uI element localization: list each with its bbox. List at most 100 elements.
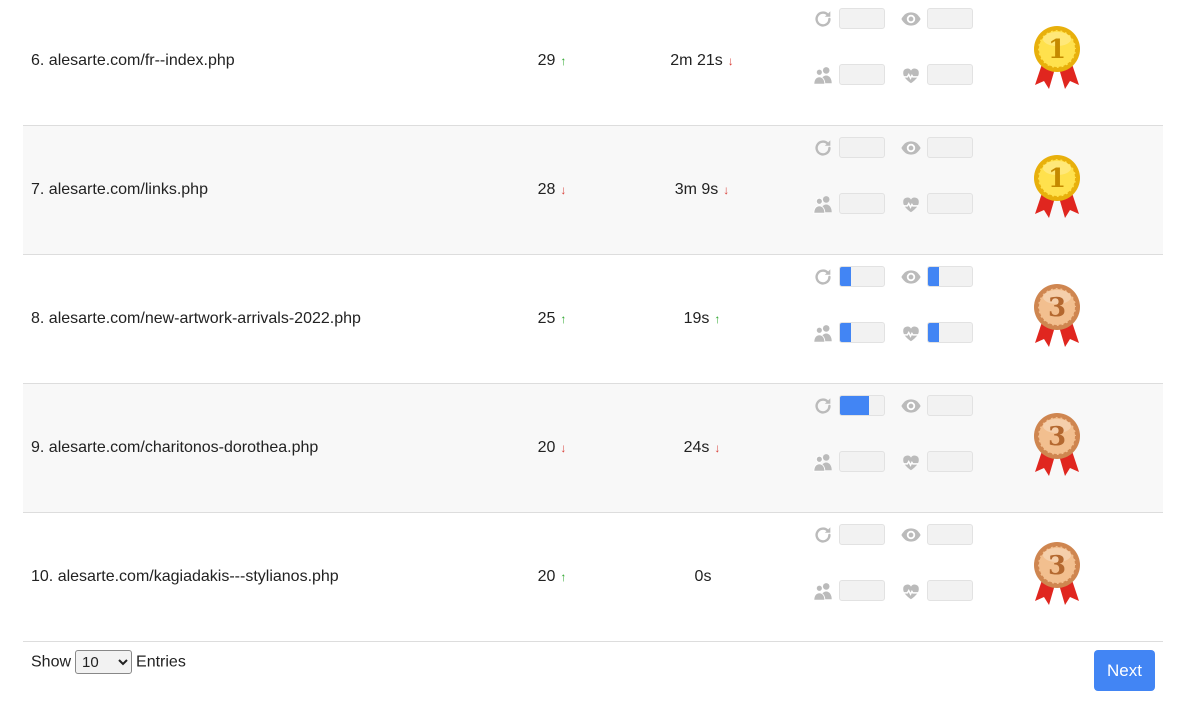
trend-arrow-icon: ↑ [560,312,567,326]
visitors-stat [812,321,900,345]
eye-icon [900,136,922,160]
trend-arrow-icon: ↓ [560,183,567,197]
visitors-progress-fill [840,323,851,342]
likes-stat [900,579,988,603]
medal-rank: 1 [1048,164,1066,194]
medal-icon: 1 [1031,25,1083,91]
users-icon [812,579,834,603]
sessions-progress-fill [840,267,851,286]
next-button[interactable]: Next [1094,650,1155,691]
visitors-progress-bar [839,193,885,214]
refresh-icon [812,265,834,289]
visitors-progress-bar [839,580,885,601]
duration-cell: 0s [653,513,753,641]
medal-rank: 3 [1048,551,1066,581]
table-row: 9. alesarte.com/charitonos-dorothea.php … [23,384,1163,513]
sessions-progress-bar [839,524,885,545]
stat-bars [790,513,990,641]
table-row: 6. alesarte.com/fr--index.php 29 ↑ 2m 21s… [23,0,1163,126]
refresh-icon [812,136,834,160]
heart-icon [900,579,922,603]
duration-cell: 3m 9s ↓ [653,126,753,254]
duration-cell: 24s ↓ [653,384,753,512]
visits-cell: 25 ↑ [503,255,603,383]
views-progress-bar [927,395,973,416]
likes-progress-bar [927,64,973,85]
likes-stat [900,63,988,87]
views-progress-bar [927,266,973,287]
visits-cell: 29 ↑ [503,0,603,125]
likes-progress-bar [927,322,973,343]
visitors-progress-bar [839,451,885,472]
stat-bars [790,126,990,254]
duration-value: 24s [683,439,710,456]
likes-stat [900,192,988,216]
sessions-progress-bar [839,266,885,287]
eye-icon [900,7,922,31]
eye-icon [900,265,922,289]
views-stat [900,523,988,547]
trend-arrow-icon: ↓ [714,441,721,455]
views-progress-fill [928,267,939,286]
pages-table: 6. alesarte.com/fr--index.php 29 ↑ 2m 21s… [23,0,1163,642]
sessions-progress-bar [839,137,885,158]
views-stat [900,265,988,289]
visits-value: 28 [537,181,556,198]
refresh-icon [812,523,834,547]
trend-arrow-icon: ↓ [560,441,567,455]
likes-progress-bar [927,451,973,472]
views-stat [900,394,988,418]
likes-progress-bar [927,193,973,214]
table-footer: Show 10 Entries Next [23,646,1163,701]
sessions-stat [812,394,900,418]
stat-bars [790,0,990,125]
medal-icon: 3 [1031,412,1083,478]
page-size-control: Show 10 Entries [31,650,186,674]
eye-icon [900,394,922,418]
likes-progress-fill [928,323,939,342]
medal-rank: 1 [1048,35,1066,65]
trend-arrow-icon: ↓ [723,183,730,197]
page-url: 7. alesarte.com/links.php [31,181,208,198]
visitors-stat [812,63,900,87]
page-size-select[interactable]: 10 [75,650,133,674]
views-stat [900,136,988,160]
heart-icon [900,63,922,87]
trend-arrow-icon: ↑ [560,54,567,68]
users-icon [812,450,834,474]
visitors-progress-bar [839,64,885,85]
page-url: 8. alesarte.com/new-artwork-arrivals-202… [31,310,361,327]
table-row: 8. alesarte.com/new-artwork-arrivals-202… [23,255,1163,384]
medal-rank: 3 [1048,422,1066,452]
visitors-stat [812,192,900,216]
visitors-stat [812,450,900,474]
trend-arrow-icon: ↑ [560,570,567,584]
duration-value: 3m 9s [674,181,719,198]
users-icon [812,192,834,216]
visits-cell: 20 ↑ [503,513,603,641]
sessions-stat [812,136,900,160]
duration-cell: 19s ↑ [653,255,753,383]
visits-value: 25 [537,310,556,327]
page-url: 9. alesarte.com/charitonos-dorothea.php [31,439,319,456]
heart-icon [900,450,922,474]
visits-value: 20 [537,568,556,585]
visits-cell: 28 ↓ [503,126,603,254]
views-progress-bar [927,8,973,29]
heart-icon [900,321,922,345]
table-row: 10. alesarte.com/kagiadakis---stylianos.… [23,513,1163,642]
duration-value: 19s [683,310,710,327]
heart-icon [900,192,922,216]
likes-stat [900,450,988,474]
sessions-progress-bar [839,8,885,29]
views-stat [900,7,988,31]
likes-stat [900,321,988,345]
users-icon [812,63,834,87]
visitors-stat [812,579,900,603]
visits-cell: 20 ↓ [503,384,603,512]
refresh-icon [812,7,834,31]
sessions-progress-fill [840,396,870,415]
likes-progress-bar [927,580,973,601]
medal-icon: 1 [1031,154,1083,220]
views-progress-bar [927,524,973,545]
